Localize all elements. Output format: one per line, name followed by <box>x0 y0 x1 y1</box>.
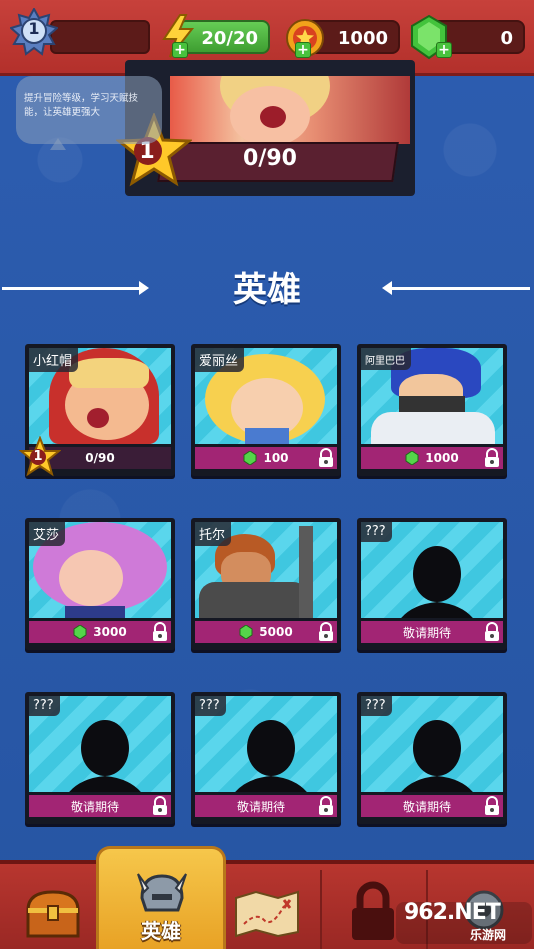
hero-status-bar: 敬请期待 <box>361 621 503 643</box>
hero-card-thor[interactable]: 托尔 5000 <box>191 518 341 650</box>
hero-level-badge: 1 <box>18 435 62 478</box>
gem-value: 0 <box>500 28 513 49</box>
hero-name: 爱丽丝 <box>195 348 245 372</box>
player-xp-bar <box>50 20 150 54</box>
hero-name: ??? <box>361 696 392 716</box>
silhouette-icon <box>401 720 473 792</box>
hero-card-unknown[interactable]: ??? 敬请期待 <box>25 692 175 824</box>
gem-icon <box>73 625 87 639</box>
hero-price: 3000 <box>93 625 127 639</box>
hero-card-little-red[interactable]: 小红帽 0/90 1 <box>18 344 175 477</box>
lock-icon <box>319 796 333 815</box>
silhouette-icon <box>69 720 141 792</box>
nav-tab-treasure[interactable] <box>0 860 106 949</box>
hero-price: 5000 <box>259 625 293 639</box>
lock-icon <box>352 881 394 940</box>
add-energy-button[interactable]: + <box>172 42 188 58</box>
hero-status-bar: 敬请期待 <box>195 795 337 817</box>
coin-value: 1000 <box>337 28 388 49</box>
hero-name: 小红帽 <box>29 348 79 372</box>
arrow-left-icon <box>382 281 392 295</box>
hero-card-alibaba[interactable]: 阿里巴巴 1000 <box>357 344 507 476</box>
silhouette-icon <box>401 546 473 618</box>
watermark-brand: 962.NET <box>404 900 501 925</box>
treasure-chest-icon <box>26 890 80 938</box>
watermark-sub: 乐游网 <box>470 928 507 942</box>
gem-icon <box>239 625 253 639</box>
hero-name: 艾莎 <box>29 522 66 546</box>
hero-name: ??? <box>29 696 60 716</box>
hero-status: 敬请期待 <box>236 799 285 814</box>
map-icon <box>235 890 299 938</box>
hero-card-alice[interactable]: 爱丽丝 100 <box>191 344 341 476</box>
lock-icon <box>319 448 333 467</box>
nav-tab-heroes-label: 英雄 <box>141 919 181 943</box>
hero-price-bar: 1000 <box>361 447 503 469</box>
hero-card-elsa[interactable]: 艾莎 3000 <box>25 518 175 650</box>
add-gems-button[interactable]: + <box>436 42 452 58</box>
lock-icon <box>153 622 167 641</box>
hero-price: 100 <box>263 451 289 465</box>
nav-tab-map[interactable] <box>220 860 326 949</box>
lock-icon <box>485 448 499 467</box>
hero-card-unknown[interactable]: ??? 敬请期待 <box>357 518 507 650</box>
energy-value: 20/20 <box>201 28 258 49</box>
hero-price: 1000 <box>425 451 459 465</box>
hero-price-bar: 100 <box>195 447 337 469</box>
silhouette-icon <box>235 720 307 792</box>
tooltip: 提升冒险等级，学习天赋技能，让英雄更强大 <box>16 76 162 150</box>
hero-status-bar: 敬请期待 <box>361 795 503 817</box>
hero-status: 敬请期待 <box>402 799 451 814</box>
lock-icon <box>319 622 333 641</box>
hero-status: 敬请期待 <box>70 799 119 814</box>
hero-name: ??? <box>361 522 392 542</box>
hero-price-bar: 3000 <box>29 621 171 643</box>
hero-status-bar: 敬请期待 <box>29 795 171 817</box>
gem-icon <box>243 451 257 465</box>
player-level-badge[interactable]: 1 <box>8 6 60 56</box>
lock-icon <box>485 622 499 641</box>
hero-name: 托尔 <box>195 522 232 546</box>
hero-helmet-icon <box>137 873 187 912</box>
hero-level: 1 <box>33 449 43 464</box>
divider-right <box>390 287 530 290</box>
gem-icon <box>405 451 419 465</box>
add-coins-button[interactable]: + <box>295 42 311 58</box>
lock-icon <box>485 796 499 815</box>
hero-progress-text: 0/90 <box>85 451 115 465</box>
lock-icon <box>153 796 167 815</box>
hero-status: 敬请期待 <box>402 625 451 640</box>
tooltip-text: 提升冒险等级，学习天赋技能，让英雄更强大 <box>24 93 139 118</box>
featured-progress-text: 0/90 <box>243 146 297 171</box>
hero-card-unknown[interactable]: ??? 敬请期待 <box>191 692 341 824</box>
player-level: 1 <box>28 19 40 38</box>
hero-name: ??? <box>195 696 226 716</box>
hero-card-unknown[interactable]: ??? 敬请期待 <box>357 692 507 824</box>
hero-name: 阿里巴巴 <box>361 348 411 370</box>
hero-price-bar: 5000 <box>195 621 337 643</box>
featured-hero-art <box>170 76 410 144</box>
